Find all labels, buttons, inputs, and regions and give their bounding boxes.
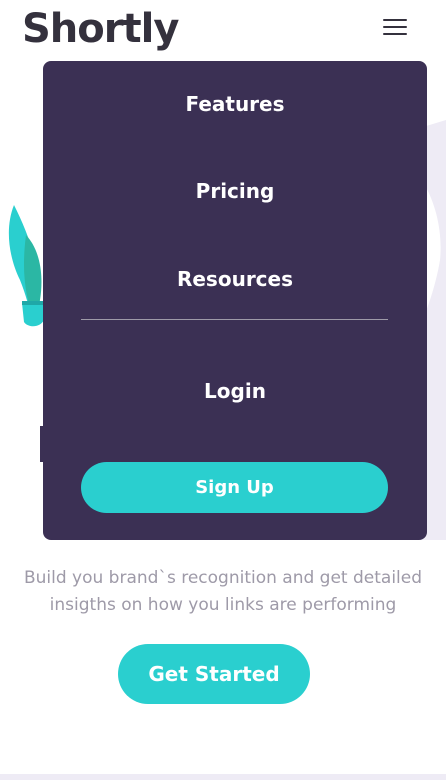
nav-item-resources[interactable]: Resources — [43, 265, 427, 293]
logo[interactable]: Shortly — [22, 3, 179, 55]
plant-pot-rim — [22, 301, 44, 305]
nav-item-login[interactable]: Login — [43, 377, 427, 405]
hamburger-line — [383, 33, 407, 35]
hamburger-line — [383, 19, 407, 21]
nav-item-features[interactable]: Features — [43, 90, 427, 118]
menu-divider — [81, 319, 388, 320]
site-header: Shortly — [0, 0, 446, 60]
plant-pot — [22, 303, 44, 327]
hero-description-line: insigths on how you links are performing — [49, 595, 397, 615]
nav-item-pricing[interactable]: Pricing — [43, 177, 427, 205]
mobile-nav-menu: Features Pricing Resources Login Sign Up — [43, 61, 427, 540]
hero-description-line: Build you brand`s recognition and get de… — [23, 568, 423, 588]
hero-description: Build you brand`s recognition and get de… — [0, 565, 446, 619]
signup-button[interactable]: Sign Up — [81, 462, 388, 513]
hamburger-icon[interactable] — [383, 19, 407, 37]
section-divider-band — [0, 774, 446, 780]
get-started-button[interactable]: Get Started — [118, 644, 310, 704]
hamburger-line — [383, 26, 407, 28]
